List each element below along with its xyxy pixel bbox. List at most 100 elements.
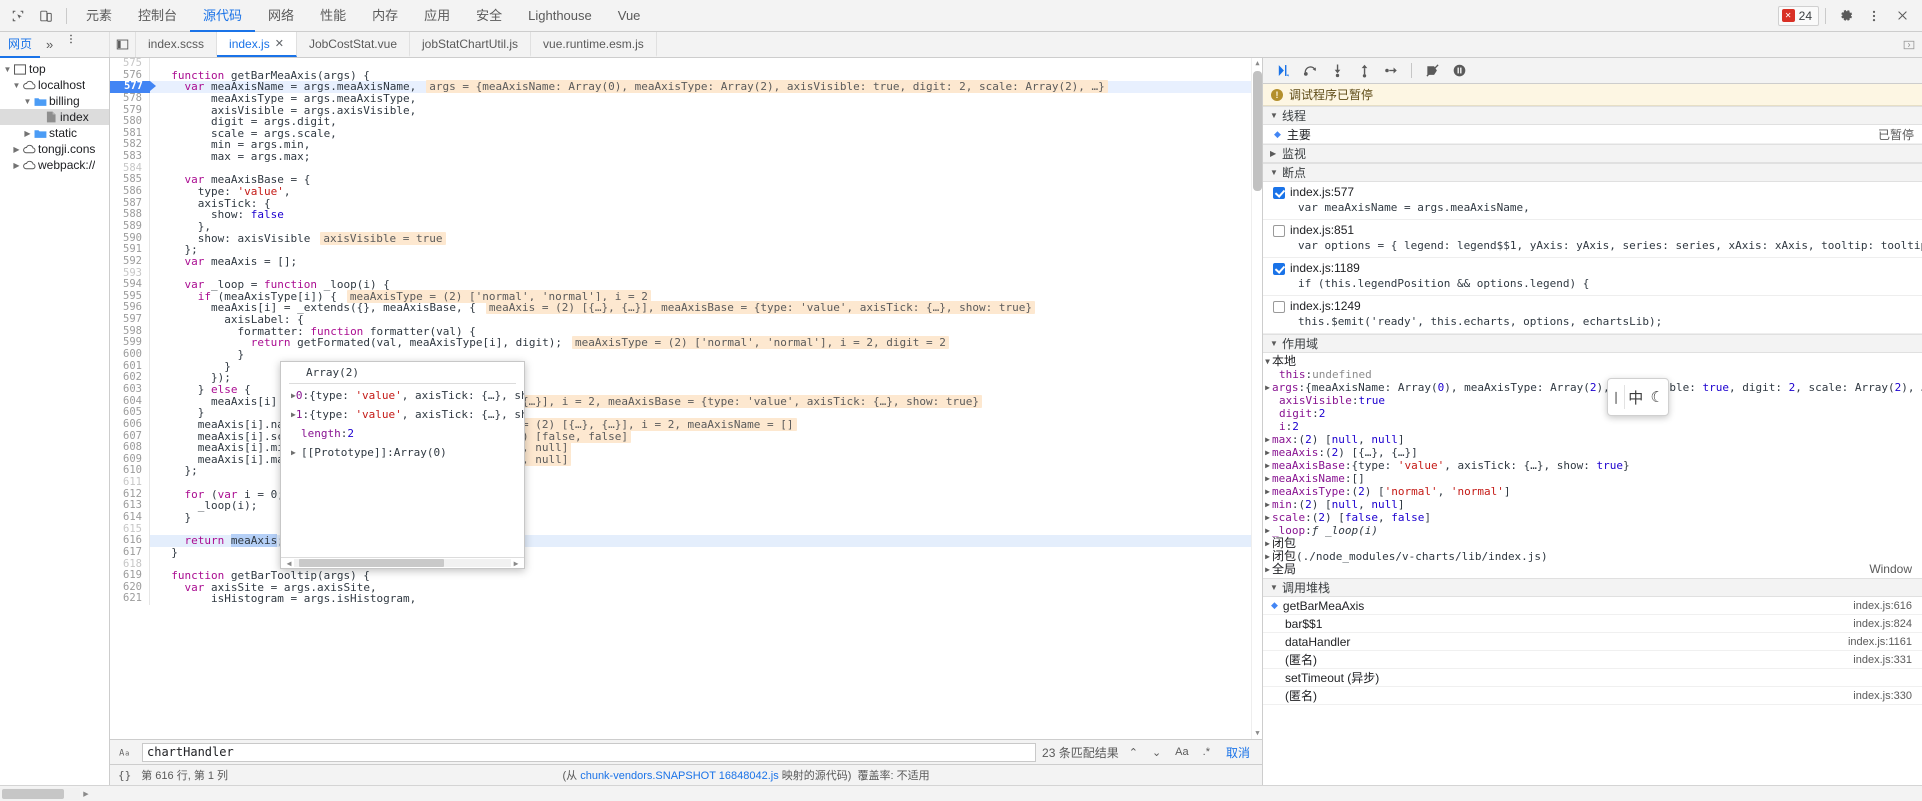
gear-icon[interactable] bbox=[1832, 3, 1860, 29]
error-count-badge[interactable]: 24 bbox=[1777, 5, 1819, 26]
tab-vue[interactable]: Vue bbox=[605, 0, 654, 32]
file-tab-jobstatchartutil-js[interactable]: jobStatChartUtil.js bbox=[410, 32, 532, 57]
scope-variable-row[interactable]: ▶ min: (2) [null, null] bbox=[1263, 498, 1922, 511]
breakpoint-checkbox[interactable] bbox=[1273, 225, 1285, 237]
line-number[interactable]: 592 bbox=[110, 255, 150, 268]
device-toolbar-icon[interactable] bbox=[32, 3, 60, 29]
object-preview-popup[interactable]: Array(2) ▶ 0 : {type: 'value', axisTick:… bbox=[280, 361, 525, 569]
chevron-down-icon[interactable]: ⌄ bbox=[1148, 746, 1165, 759]
scope-variable-row[interactable]: ▶ _loop: ƒ _loop(i) bbox=[1263, 524, 1922, 537]
code-line[interactable]: 583 max = args.max; bbox=[110, 150, 1262, 163]
code-line[interactable]: 575 bbox=[110, 58, 1262, 70]
tab-sources[interactable]: 源代码 bbox=[190, 0, 256, 32]
line-number[interactable]: 589 bbox=[110, 220, 150, 233]
tree-node-static[interactable]: ▶ static bbox=[0, 125, 109, 141]
tab-memory[interactable]: 内存 bbox=[359, 0, 411, 32]
scope-group-local[interactable]: ▼ 本地 bbox=[1263, 355, 1922, 368]
scrollbar-thumb[interactable] bbox=[299, 559, 444, 567]
section-header-scope[interactable]: ▼ 作用域 bbox=[1263, 334, 1922, 353]
callstack-frame[interactable]: (匿名) index.js:330 bbox=[1263, 687, 1922, 705]
tab-elements[interactable]: 元素 bbox=[73, 0, 125, 32]
code-line[interactable]: 592 var meaAxis = []; bbox=[110, 255, 1262, 268]
popup-property-row[interactable]: ▶ [[Prototype]] : Array(0) bbox=[285, 443, 524, 462]
frame-location[interactable]: index.js:330 bbox=[1853, 690, 1922, 702]
file-tab-index-scss[interactable]: index.scss bbox=[136, 32, 218, 57]
ime-pen-icon[interactable]: ❘ bbox=[1608, 390, 1624, 404]
file-tab-vue-runtime-esm-js[interactable]: vue.runtime.esm.js bbox=[531, 32, 657, 57]
code-line[interactable]: 586 type: 'value', bbox=[110, 185, 1262, 198]
step-out-button[interactable] bbox=[1352, 60, 1376, 82]
expand-arrow-icon[interactable]: ▶ bbox=[1263, 433, 1272, 446]
line-number[interactable]: 611 bbox=[110, 476, 150, 489]
tab-console[interactable]: 控制台 bbox=[125, 0, 190, 32]
twisty-icon[interactable]: ▶ bbox=[11, 161, 22, 170]
line-number[interactable]: 606 bbox=[110, 418, 150, 431]
scope-variable-row[interactable]: ▶ meaAxis: (2) [{…}, {…}] bbox=[1263, 446, 1922, 459]
section-header-watch[interactable]: ▶ 监视 bbox=[1263, 144, 1922, 163]
line-number[interactable]: 578 bbox=[110, 92, 150, 105]
callstack-frame[interactable]: bar$$1 index.js:824 bbox=[1263, 615, 1922, 633]
popup-property-row[interactable]: length : 2 bbox=[285, 424, 524, 443]
breakpoint-checkbox[interactable] bbox=[1273, 187, 1285, 199]
cancel-search-button[interactable]: 取消 bbox=[1220, 744, 1256, 761]
line-number[interactable]: 575 bbox=[110, 58, 150, 70]
line-number[interactable]: 621 bbox=[110, 593, 150, 606]
code-line[interactable]: 597 axisLabel: { bbox=[110, 313, 1262, 326]
frame-location[interactable]: index.js:616 bbox=[1853, 600, 1922, 612]
scope-variable-row[interactable]: ▶ meaAxisType: (2) ['normal', 'normal'] bbox=[1263, 485, 1922, 498]
tab-network[interactable]: 网络 bbox=[255, 0, 307, 32]
twisty-icon[interactable]: ▼ bbox=[11, 81, 22, 90]
scroll-left-icon[interactable]: ◀ bbox=[284, 559, 294, 568]
tree-node-index[interactable]: index bbox=[0, 109, 109, 125]
file-tab-jobcoststat-vue[interactable]: JobCostStat.vue bbox=[297, 32, 410, 57]
tab-page[interactable]: 网页 bbox=[0, 32, 41, 58]
code-line[interactable]: 589 }, bbox=[110, 220, 1262, 233]
scope-variable-row[interactable]: ▶ max: (2) [null, null] bbox=[1263, 433, 1922, 446]
navigator-more-tabs-button[interactable]: » bbox=[40, 32, 59, 58]
code-line[interactable]: 590 show: axisVisible axisVisible = true bbox=[110, 231, 1262, 245]
editor-vertical-scrollbar[interactable]: ▲ ▼ bbox=[1251, 58, 1262, 739]
frame-location[interactable]: index.js:331 bbox=[1853, 654, 1922, 666]
tab-performance[interactable]: 性能 bbox=[307, 0, 359, 32]
inspect-element-icon[interactable] bbox=[4, 3, 32, 29]
line-number[interactable]: 614 bbox=[110, 511, 150, 524]
expand-arrow-icon[interactable]: ▶ bbox=[1263, 524, 1272, 537]
pretty-print-icon[interactable]: {} bbox=[118, 769, 131, 782]
step-over-button[interactable] bbox=[1298, 60, 1322, 82]
pause-on-exceptions-button[interactable] bbox=[1447, 60, 1471, 82]
scrollbar-thumb[interactable] bbox=[1253, 71, 1262, 191]
resume-script-button[interactable] bbox=[1271, 60, 1295, 82]
search-input[interactable] bbox=[147, 745, 1032, 759]
navigator-horizontal-scrollbar[interactable] bbox=[0, 787, 80, 800]
caret-right-icon[interactable]: ▶ bbox=[1263, 550, 1272, 563]
popup-horizontal-scrollbar[interactable]: ◀ ▶ bbox=[281, 557, 524, 568]
file-tab-index-js[interactable]: index.js ✕ bbox=[217, 32, 297, 57]
expand-arrow-icon[interactable]: ▶ bbox=[1263, 446, 1272, 459]
callstack-frame[interactable]: (匿名) index.js:331 bbox=[1263, 651, 1922, 669]
ime-mode-chinese[interactable]: 中 bbox=[1625, 387, 1647, 408]
scroll-right-icon[interactable]: ▶ bbox=[511, 559, 521, 568]
scope-variable-row[interactable]: ▶ scale: (2) [false, false] bbox=[1263, 511, 1922, 524]
scope-variable-row[interactable]: i: 2 bbox=[1263, 420, 1922, 433]
source-map-link[interactable]: chunk-vendors.SNAPSHOT 16848042.js bbox=[580, 770, 779, 782]
thread-row-main[interactable]: ◆ 主要 已暂停 bbox=[1263, 125, 1922, 144]
code-line[interactable]: 600 } bbox=[110, 348, 1262, 361]
line-number[interactable]: 617 bbox=[110, 546, 150, 559]
scope-variable-row[interactable]: ▶ meaAxisName: [] bbox=[1263, 472, 1922, 485]
code-line[interactable]: 599 return getFormated(val, meaAxisType[… bbox=[110, 336, 1262, 350]
scroll-down-icon[interactable]: ▼ bbox=[1252, 728, 1262, 739]
breakpoint-item[interactable]: index.js:577 var meaAxisName = args.meaA… bbox=[1263, 182, 1922, 220]
callstack-frame[interactable]: setTimeout (异步) bbox=[1263, 669, 1922, 687]
regex-icon[interactable]: .* bbox=[1199, 746, 1214, 758]
step-button[interactable] bbox=[1379, 60, 1403, 82]
expand-arrow-icon[interactable]: ▶ bbox=[291, 443, 301, 462]
twisty-icon[interactable]: ▶ bbox=[11, 145, 22, 154]
scroll-right-icon[interactable]: ▶ bbox=[80, 790, 92, 798]
tab-application[interactable]: 应用 bbox=[411, 0, 463, 32]
breakpoint-checkbox[interactable] bbox=[1273, 301, 1285, 313]
twisty-icon[interactable]: ▼ bbox=[2, 65, 13, 74]
scope-group-global[interactable]: ▶ 全局 Window bbox=[1263, 563, 1922, 576]
source-code-editor[interactable]: 575 576 function getBarMeaAxis(args) {577… bbox=[110, 58, 1262, 739]
expand-arrow-icon[interactable]: ▶ bbox=[1263, 381, 1272, 394]
navigator-menu-icon[interactable] bbox=[59, 32, 83, 58]
